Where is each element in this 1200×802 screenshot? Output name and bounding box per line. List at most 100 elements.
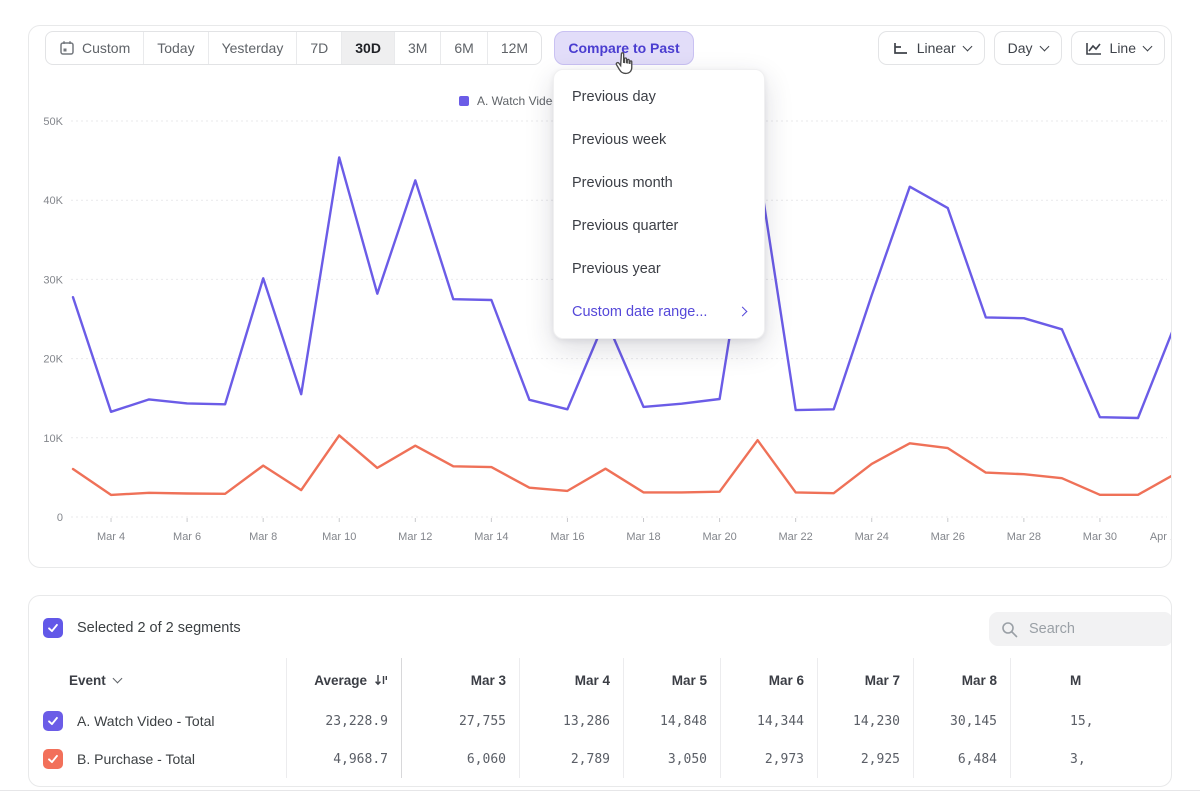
scale-dropdown[interactable]: Linear <box>878 31 985 65</box>
table-cell: 13,286 <box>519 702 623 740</box>
segments-table-card: Selected 2 of 2 segments Event Average Mar… <box>28 595 1172 787</box>
axis-scale-icon <box>892 41 909 56</box>
x-axis-tick-label: Mar 28 <box>1007 531 1041 543</box>
selection-label: Selected 2 of 2 segments <box>77 620 241 636</box>
search-input[interactable] <box>1027 620 1151 638</box>
date-range-30d[interactable]: 30D <box>342 32 395 64</box>
y-axis-tick-label: 10K <box>43 433 63 445</box>
menu-item-previous-week[interactable]: Previous week <box>554 118 764 161</box>
date-range-3m[interactable]: 3M <box>395 32 441 64</box>
x-axis-tick-label: Mar 20 <box>702 531 736 543</box>
interval-dropdown[interactable]: Day <box>994 31 1062 65</box>
check-icon <box>46 714 60 728</box>
y-axis-tick-label: 0 <box>57 512 63 524</box>
column-header-event[interactable]: Event <box>29 658 286 702</box>
table-cell: 2,789 <box>519 740 623 778</box>
date-range-label: 6M <box>454 40 473 56</box>
menu-item-previous-day[interactable]: Previous day <box>554 75 764 118</box>
sort-descending-icon <box>374 673 388 687</box>
table-cell: 30,145 <box>913 702 1010 740</box>
menu-item-custom-date-range[interactable]: Custom date range... <box>554 290 764 333</box>
chevron-down-icon <box>1039 42 1049 52</box>
x-axis-tick-label: Mar 12 <box>398 531 432 543</box>
column-header-mar-7[interactable]: Mar 7 <box>817 658 913 702</box>
chevron-down-icon <box>962 42 972 52</box>
chart-type-dropdown[interactable]: Line <box>1071 31 1165 65</box>
segment-selection: Selected 2 of 2 segments <box>43 618 241 638</box>
series-a-swatch <box>459 96 469 106</box>
compare-menu: Previous dayPrevious weekPrevious monthP… <box>553 69 765 339</box>
y-axis-tick-label: 40K <box>43 195 63 207</box>
compare-to-past-button[interactable]: Compare to Past <box>554 31 694 65</box>
table-cell: 14,848 <box>623 702 720 740</box>
date-range-6m[interactable]: 6M <box>441 32 487 64</box>
column-header-mar-6[interactable]: Mar 6 <box>720 658 817 702</box>
date-range-label: 30D <box>355 40 381 56</box>
x-axis-tick-label: Mar 30 <box>1083 531 1117 543</box>
date-range-group: Custom Today Yesterday7D 30D 3M 6M 12M <box>45 31 542 65</box>
x-axis-tick-label: Mar 16 <box>550 531 584 543</box>
segment-name: A. Watch Video - Total <box>77 713 214 729</box>
row-checkbox[interactable] <box>43 711 63 731</box>
row-checkbox[interactable] <box>43 749 63 769</box>
x-axis-tick-label: Mar 10 <box>322 531 356 543</box>
calendar-icon <box>59 40 75 56</box>
date-range-today[interactable]: Today <box>144 32 208 64</box>
y-axis-tick-label: 50K <box>43 116 63 128</box>
table-row-label: B. Purchase - Total <box>29 740 286 778</box>
select-all-checkbox[interactable] <box>43 618 63 638</box>
chart-controls: Linear Day Line <box>878 31 1165 65</box>
table-cell: 27,755 <box>401 702 519 740</box>
column-header-label: M <box>1070 673 1081 688</box>
menu-item-previous-year[interactable]: Previous year <box>554 247 764 290</box>
event-header-label: Event <box>69 673 106 688</box>
table-cell: 2,973 <box>720 740 817 778</box>
table-cell: 14,230 <box>817 702 913 740</box>
custom-date-range-label: Custom date range... <box>572 304 707 320</box>
date-range-12m[interactable]: 12M <box>488 32 541 64</box>
segment-name: B. Purchase - Total <box>77 751 195 767</box>
x-axis-tick-label: Apr 1 <box>1150 531 1172 543</box>
chart-toolbar: Custom Today Yesterday7D 30D 3M 6M 12M Compare… <box>45 31 1155 65</box>
date-range-yesterday[interactable]: Yesterday <box>209 32 298 64</box>
y-axis-tick-label: 20K <box>43 354 63 366</box>
date-range-label: 12M <box>501 40 528 56</box>
table-cell: 15, <box>1010 702 1172 740</box>
menu-item-previous-month[interactable]: Previous month <box>554 161 764 204</box>
x-axis-tick-label: Mar 4 <box>97 531 125 543</box>
column-header-label: Average <box>314 673 367 688</box>
search-box[interactable] <box>989 612 1172 646</box>
table-row-label: A. Watch Video - Total <box>29 702 286 740</box>
table-cell: 2,925 <box>817 740 913 778</box>
table-cell: 4,968.7 <box>286 740 401 778</box>
column-header-label: Mar 7 <box>865 673 900 688</box>
chevron-down-icon <box>112 674 122 684</box>
column-header-m[interactable]: M <box>1010 658 1172 702</box>
date-range-label: Today <box>157 40 194 56</box>
y-axis-tick-label: 30K <box>43 274 63 286</box>
column-header-mar-3[interactable]: Mar 3 <box>401 658 519 702</box>
date-range-label: Custom <box>82 40 130 56</box>
chevron-right-icon <box>738 307 748 317</box>
x-axis-tick-label: Mar 24 <box>855 531 889 543</box>
date-range-custom[interactable]: Custom <box>46 32 144 64</box>
column-header-average[interactable]: Average <box>286 658 401 702</box>
series-line-b[interactable] <box>73 435 1172 495</box>
column-header-label: Mar 8 <box>962 673 997 688</box>
menu-item-previous-quarter[interactable]: Previous quarter <box>554 204 764 247</box>
table-cell: 14,344 <box>720 702 817 740</box>
x-axis-tick-label: Mar 18 <box>626 531 660 543</box>
page-bottom-divider <box>0 790 1200 791</box>
column-header-mar-5[interactable]: Mar 5 <box>623 658 720 702</box>
date-range-7d[interactable]: 7D <box>297 32 342 64</box>
column-header-label: Mar 4 <box>575 673 610 688</box>
chart-type-dropdown-label: Line <box>1110 40 1136 56</box>
check-icon <box>46 752 60 766</box>
search-icon <box>1001 621 1018 638</box>
column-header-label: Mar 3 <box>471 673 506 688</box>
column-header-mar-4[interactable]: Mar 4 <box>519 658 623 702</box>
check-icon <box>46 621 60 635</box>
column-header-label: Mar 6 <box>769 673 804 688</box>
column-header-mar-8[interactable]: Mar 8 <box>913 658 1010 702</box>
scale-dropdown-label: Linear <box>917 40 956 56</box>
